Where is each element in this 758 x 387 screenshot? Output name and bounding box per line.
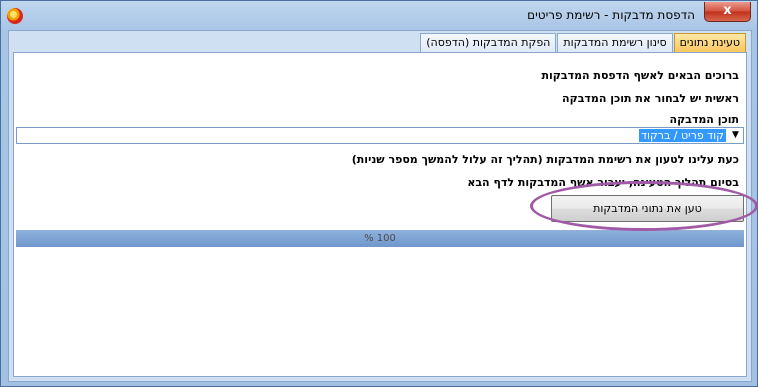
load-instruction-text: כעת עלינו לטעון את רשימת המדבקות (תהליך … <box>351 153 739 166</box>
tab-load-data[interactable]: טעינת נתונים <box>673 33 746 53</box>
welcome-text: ברוכים הבאים לאשף הדפסת המדבקות <box>541 69 739 82</box>
tab-strip: טעינת נתונים סינון רשימת המדבקות הפקת המ… <box>419 33 746 53</box>
progress-label: 100 % <box>364 233 396 244</box>
dropdown-arrow-icon[interactable]: ▼ <box>728 128 743 143</box>
main-window: הדפסת מדבקות - רשימת פריטים x טעינת נתונ… <box>0 0 758 387</box>
content-label: תוכן המדבקה <box>669 113 739 126</box>
client-area: טעינת נתונים סינון רשימת המדבקות הפקת המ… <box>8 30 752 382</box>
tab-panel-load-data: ברוכים הבאים לאשף הדפסת המדבקות ראשית יש… <box>13 52 747 377</box>
window-title: הדפסת מדבקות - רשימת פריטים <box>527 8 695 22</box>
load-label-data-button[interactable]: טען את נתוני המדבקות <box>551 195 744 222</box>
after-load-text: בסיום תהליך הטעינה, יעבור אשף המדבקות לד… <box>467 176 739 189</box>
label-content-dropdown[interactable]: קוד פריט / ברקוד ▼ <box>16 127 744 144</box>
dropdown-selected-value: קוד פריט / ברקוד <box>638 129 726 142</box>
close-button[interactable]: x <box>704 2 751 22</box>
tab-print-labels[interactable]: הפקת המדבקות (הדפסה) <box>420 33 557 53</box>
tab-filter-list[interactable]: סינון רשימת המדבקות <box>557 33 673 53</box>
app-logo-icon <box>7 8 23 24</box>
title-bar[interactable]: הדפסת מדבקות - רשימת פריטים x <box>1 1 757 31</box>
progress-bar: 100 % <box>16 230 744 247</box>
choose-content-text: ראשית יש לבחור את תוכן המדבקה <box>562 92 739 105</box>
